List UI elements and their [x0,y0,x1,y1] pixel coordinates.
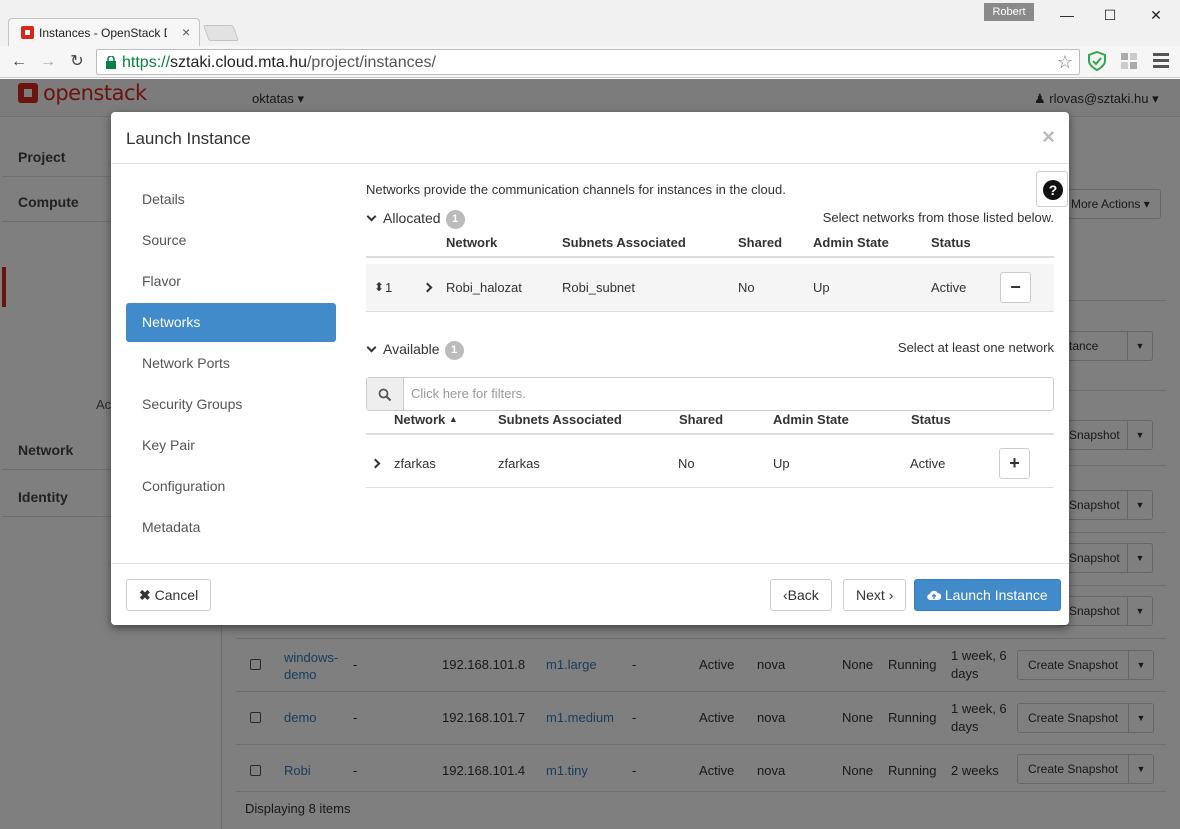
allocated-network-name: Robi_halozat [446,280,522,295]
available-shared: No [678,456,695,471]
lock-icon [106,56,116,69]
launch-instance-button[interactable]: Launch Instance [914,579,1061,611]
col-admin-state: Admin State [813,235,889,250]
col-admin-state[interactable]: Admin State [773,412,849,427]
available-section-toggle[interactable]: Available 1 [366,341,464,360]
help-button[interactable]: ? [1036,171,1068,207]
allocated-shared: No [738,280,755,295]
step-intro-text: Networks provide the communication chann… [366,182,786,197]
allocated-table-header: Network Subnets Associated Shared Admin … [366,228,1054,258]
available-subnets: zfarkas [498,456,540,471]
maximize-button[interactable]: ☐ [1095,4,1125,26]
next-button[interactable]: Next › [843,579,907,611]
chevron-down-icon [366,342,377,353]
available-row: zfarkas zfarkas No Up Active + [366,440,1054,488]
allocated-section-toggle[interactable]: Allocated 1 [366,210,465,229]
col-network-sortable[interactable]: Network ▲ [394,412,458,427]
reload-icon[interactable]: ↻ [66,51,88,73]
url-text: https://sztaki.cloud.mta.hu/project/inst… [122,54,436,71]
available-table-header: Network ▲ Subnets Associated Shared Admi… [366,405,1054,435]
profile-badge[interactable]: Robert [984,3,1034,21]
allocated-row: ⬍ 1 Robi_halozat Robi_subnet No Up Activ… [366,264,1054,312]
col-status: Status [931,235,971,250]
allocated-order: 1 [385,280,393,295]
allocated-status: Active [931,280,967,295]
close-icon: ✖ [139,587,155,603]
shield-extension-icon[interactable] [1087,51,1107,71]
help-icon: ? [1043,180,1063,200]
expand-chevron-icon[interactable] [370,458,381,469]
wizard-nav: Details Source Flavor Networks Network P… [126,180,336,549]
col-status[interactable]: Status [911,412,951,427]
wizard-step-details[interactable]: Details [126,180,336,219]
allocated-admin-state: Up [813,280,830,295]
wizard-step-networks[interactable]: Networks [126,303,336,342]
available-count-badge: 1 [444,341,464,360]
expand-chevron-icon[interactable] [422,282,433,293]
back-arrow-icon[interactable]: ← [8,51,30,73]
new-tab-button[interactable] [203,25,239,41]
col-shared[interactable]: Shared [679,412,723,427]
browser-tab[interactable]: Instances - OpenStack Da × [8,18,200,46]
col-shared: Shared [738,235,783,250]
wizard-step-metadata[interactable]: Metadata [126,508,336,547]
modal-title: Launch Instance [126,129,251,148]
tab-close-icon[interactable]: × [182,24,190,40]
puzzle-extension-icon[interactable] [1119,51,1139,71]
modal-close-icon[interactable]: × [1042,124,1055,150]
bookmark-star-icon[interactable]: ☆ [1057,52,1073,73]
modal-footer: ✖ Cancel ‹Back Next › Launch Instance [111,563,1069,625]
reorder-handle-icon[interactable]: ⬍ [374,280,384,294]
launch-instance-modal: Launch Instance × Details Source Flavor … [111,112,1069,625]
wizard-step-configuration[interactable]: Configuration [126,467,336,506]
wizard-step-key-pair[interactable]: Key Pair [126,426,336,465]
browser-titlebar: Instances - OpenStack Da × Robert — ☐ ✕ [0,0,1180,46]
allocated-count-badge: 1 [445,210,465,229]
address-bar[interactable]: https://sztaki.cloud.mta.hu/project/inst… [96,49,1080,75]
add-network-button[interactable]: + [999,448,1030,479]
col-subnets: Subnets Associated [562,235,686,250]
cancel-button[interactable]: ✖ Cancel [126,579,212,611]
col-network: Network [446,235,498,250]
available-admin-state: Up [773,456,790,471]
remove-network-button[interactable]: − [1000,272,1031,303]
wizard-step-security-groups[interactable]: Security Groups [126,385,336,424]
allocated-hint: Select networks from those listed below. [822,210,1054,225]
wizard-step-source[interactable]: Source [126,221,336,260]
forward-arrow-icon[interactable]: → [37,51,59,73]
search-icon [378,388,392,402]
chevron-down-icon [366,211,377,222]
wizard-step-flavor[interactable]: Flavor [126,262,336,301]
browser-menu-icon[interactable] [1153,53,1169,69]
close-window-button[interactable]: ✕ [1141,4,1171,26]
filter-input[interactable]: Click here for filters. [411,386,526,401]
tab-title: Instances - OpenStack Da [39,26,167,40]
sort-asc-icon: ▲ [448,414,458,424]
available-hint: Select at least one network [897,340,1054,355]
openstack-favicon-icon [21,26,34,39]
available-network-name: zfarkas [394,456,436,471]
cloud-upload-icon [927,590,942,601]
back-button[interactable]: ‹Back [770,579,832,611]
allocated-subnets: Robi_subnet [562,280,635,295]
minimize-button[interactable]: — [1052,4,1082,26]
available-status: Active [910,456,946,471]
browser-toolbar: ← → ↻ https://sztaki.cloud.mta.hu/projec… [0,46,1180,78]
col-subnets[interactable]: Subnets Associated [498,412,622,427]
modal-header: Launch Instance × [111,112,1069,164]
chevron-right-icon: › [888,587,894,603]
wizard-step-network-ports[interactable]: Network Ports [126,344,336,383]
